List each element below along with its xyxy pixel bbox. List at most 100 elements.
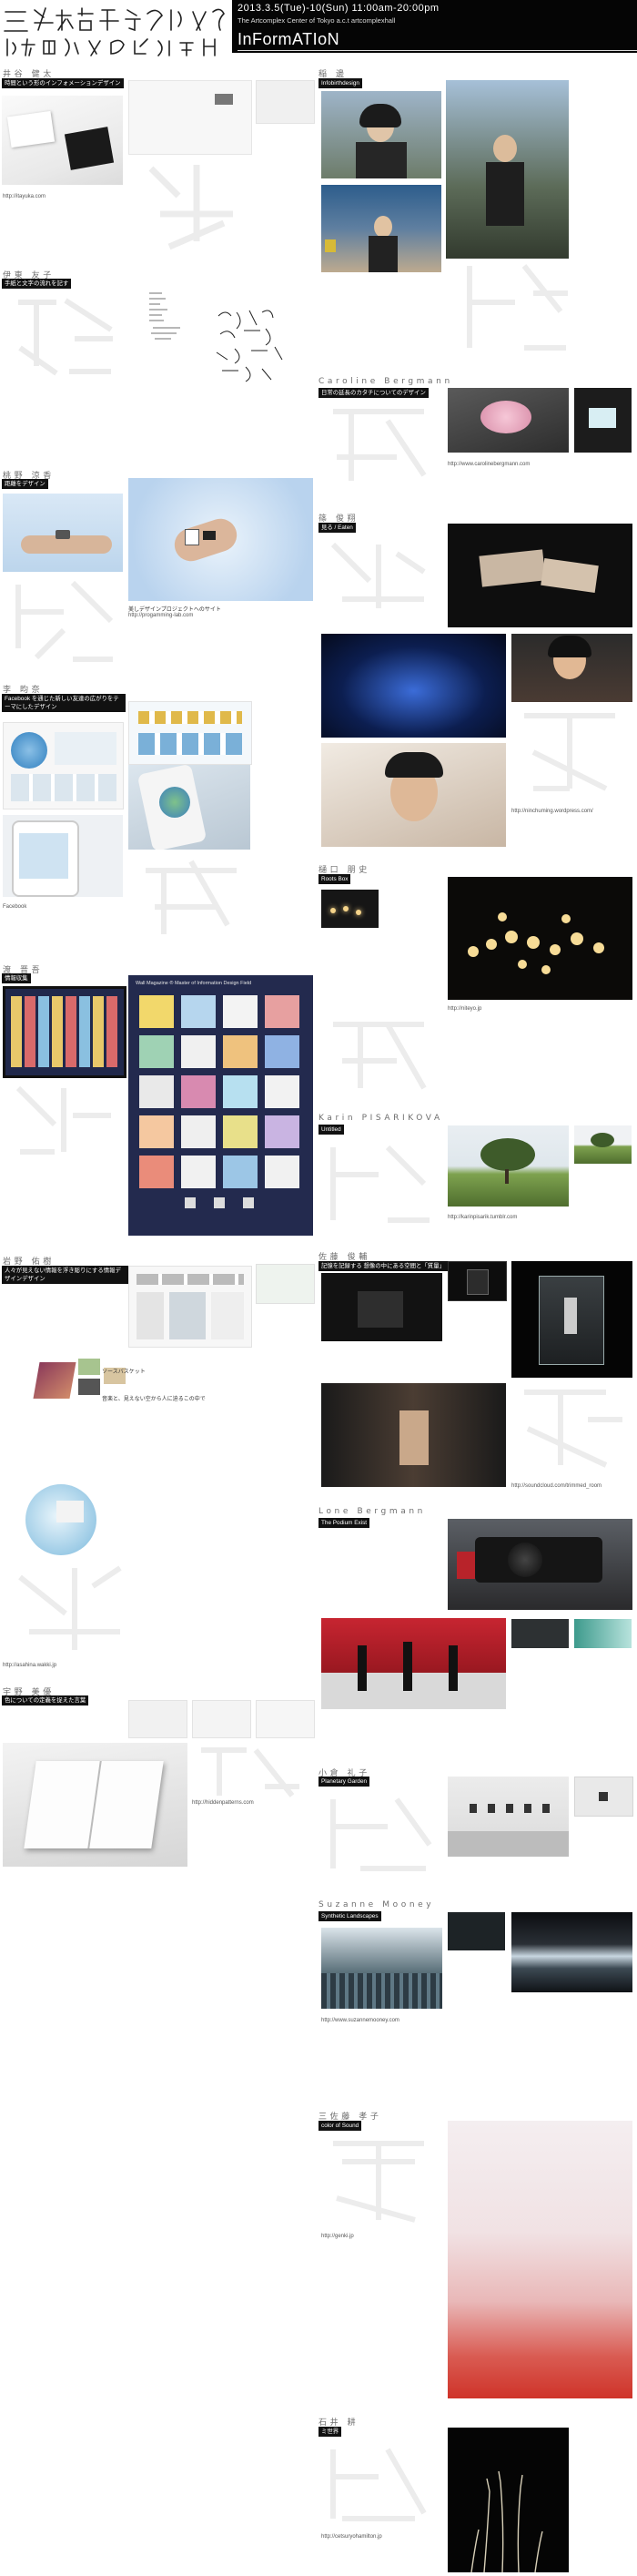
artist-url[interactable]: http://karinpisarik.tumblr.com [448,1215,517,1220]
cityscape-photo[interactable] [511,1912,632,1992]
artwork-photo[interactable] [574,388,632,453]
portrait-photo[interactable] [321,185,441,272]
artist-url[interactable]: Facebook [3,904,26,910]
glass-box-photo[interactable] [511,1261,632,1378]
watermark-lettering [324,2440,433,2528]
artwork-photo[interactable] [2,96,123,185]
tree-photo[interactable] [574,1125,632,1164]
artist-tag: 人々が見えない情報を浮き彫りにする情報デザインデザイン [2,1266,129,1284]
artwork-photo[interactable] [448,1261,507,1301]
artwork-photo[interactable] [321,1383,506,1487]
artwork-photo[interactable] [3,722,124,809]
watermark-lettering [11,1559,127,1657]
artwork-photo[interactable] [128,478,313,601]
handwritten-letter-image[interactable] [144,290,189,344]
artwork-photo[interactable] [3,815,123,897]
artwork-photo[interactable] [321,634,506,738]
artwork-photo[interactable] [128,1700,187,1738]
artist-tag: Facebook を通じた新しい友達の広がりをテーマにしたデザイン [2,694,126,712]
information-heading[interactable]: InFormATIoN [238,30,339,49]
watermark-lettering [324,1006,433,1097]
event-venue: The Artcomplex Center of Tokyo a.c.t art… [238,16,396,25]
artwork-photo[interactable] [448,388,569,453]
watermark-lettering [142,159,242,258]
watermark-lettering [324,402,433,490]
cityscape-photo[interactable] [321,1928,442,2009]
artist-url[interactable]: http://progamming-lab.com [128,613,193,618]
event-date: 2013.3.5(Tue)-10(Sun) 11:00am-20:00pm [238,3,440,14]
gallery-photo[interactable] [574,1777,633,1817]
artist-tag: 日常の延長のカタチについてのデザイン [318,388,429,398]
portrait-photo[interactable] [321,743,506,847]
watermark-lettering [324,535,433,617]
artist-name: Caroline Bergmann [318,377,453,386]
camera-photo[interactable] [448,1519,632,1610]
circle-diagram-image[interactable] [25,1484,96,1555]
light-bulbs [468,912,604,974]
artist-url[interactable]: http://ninchuming.wordpress.com/ [511,809,593,814]
artwork-photo[interactable] [321,890,379,928]
watermark-lettering [11,293,120,377]
watermark-lettering [324,1790,433,1878]
watermark-lettering [136,852,246,943]
site-logo-title[interactable] [2,3,229,59]
watermark-lettering [324,2134,433,2229]
artist-tag: Infobirthdesign [318,78,362,88]
artist-tag: Roots Box [318,874,351,884]
stage-photo[interactable] [321,1618,506,1709]
portrait-photo[interactable] [321,91,441,178]
artist-url[interactable]: http://www.carolinebergmann.com [448,462,530,467]
artwork-photo[interactable] [128,1266,252,1348]
lights-photo[interactable] [448,877,632,1000]
artist-tag: 見る / Eaten [318,523,356,533]
food-photo[interactable] [448,524,632,627]
artist-url[interactable]: http://www.suzannemooney.com [321,2018,399,2023]
watermark-lettering [9,575,120,667]
gallery-photo[interactable] [448,1777,569,1857]
night-grass-photo[interactable] [448,2428,569,2572]
portrait-photo[interactable] [511,634,632,702]
artwork-photo[interactable] [128,701,252,765]
artwork-photo[interactable] [321,1273,442,1341]
color-of-sound-image[interactable] [448,2121,632,2398]
artwork-photo[interactable] [128,765,250,850]
watermark-lettering [192,1741,301,1805]
artist-tag: 色についての定義を捉えた言葉 [2,1695,89,1705]
grass-stalks [470,2470,543,2572]
artwork-photo[interactable] [256,1700,315,1738]
artwork-photo[interactable] [256,80,315,124]
artwork-photo[interactable] [448,1912,505,1950]
artwork-photo[interactable] [574,1619,632,1648]
artist-tag: 手紙と文字の流れを記す [2,279,72,289]
wall-title: Wall Magazine ® Master of Information De… [136,981,252,986]
handwritten-letter-image[interactable] [207,303,297,385]
artwork-photo[interactable] [192,1700,251,1738]
artist-tag: Planetary Garden [318,1777,370,1787]
artwork-caption: 美しデザインプロジェクトへのサイト [128,607,221,613]
artist-url[interactable]: http://asahina.wakki.jp [3,1663,56,1668]
wall-magazine-photo[interactable]: Wall Magazine ® Master of Information De… [128,975,313,1236]
book-photo[interactable] [3,1743,187,1867]
artist-tag: Untitled [318,1125,344,1135]
event-info-banner: 2013.3.5(Tue)-10(Sun) 11:00am-20:00pm Th… [232,0,637,53]
artwork-photo[interactable] [256,1264,315,1304]
watermark-lettering [515,1383,624,1474]
artwork-photo[interactable] [3,494,123,572]
artist-tag: 時間という形のインフォメーションデザイン [2,78,124,88]
artist-url[interactable]: http://cetsuryohamilton.jp [321,2534,382,2540]
artist-tag: 距離をデザイン [2,479,48,489]
watermark-lettering [460,257,570,357]
artist-url[interactable]: http://genki.jp [321,2234,354,2239]
wall-magazine-photo[interactable] [3,986,126,1078]
artist-name: Lone Bergmann [318,1507,426,1516]
artist-url[interactable]: http://niteyo.jp [448,1006,481,1012]
watermark-lettering [324,1138,433,1229]
portrait-photo[interactable] [446,80,569,259]
artwork-photo[interactable] [511,1619,569,1648]
tree-photo[interactable] [448,1125,569,1207]
artist-url[interactable]: http://itayuka.com [3,194,46,199]
artwork-photo[interactable] [128,80,252,155]
wall-card-grid [139,995,299,1208]
watermark-lettering [9,1079,118,1161]
artist-url[interactable]: http://soundcloud.com/trimmed_room [511,1483,602,1489]
